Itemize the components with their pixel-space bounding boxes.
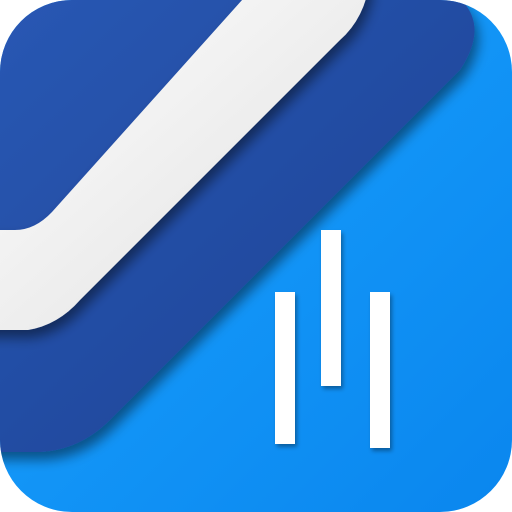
- app-icon-graphic: [0, 0, 512, 512]
- app-icon[interactable]: [0, 0, 512, 512]
- chart-bar-left: [275, 292, 295, 444]
- chart-bar-middle: [321, 230, 341, 386]
- chart-bar-right: [370, 292, 390, 448]
